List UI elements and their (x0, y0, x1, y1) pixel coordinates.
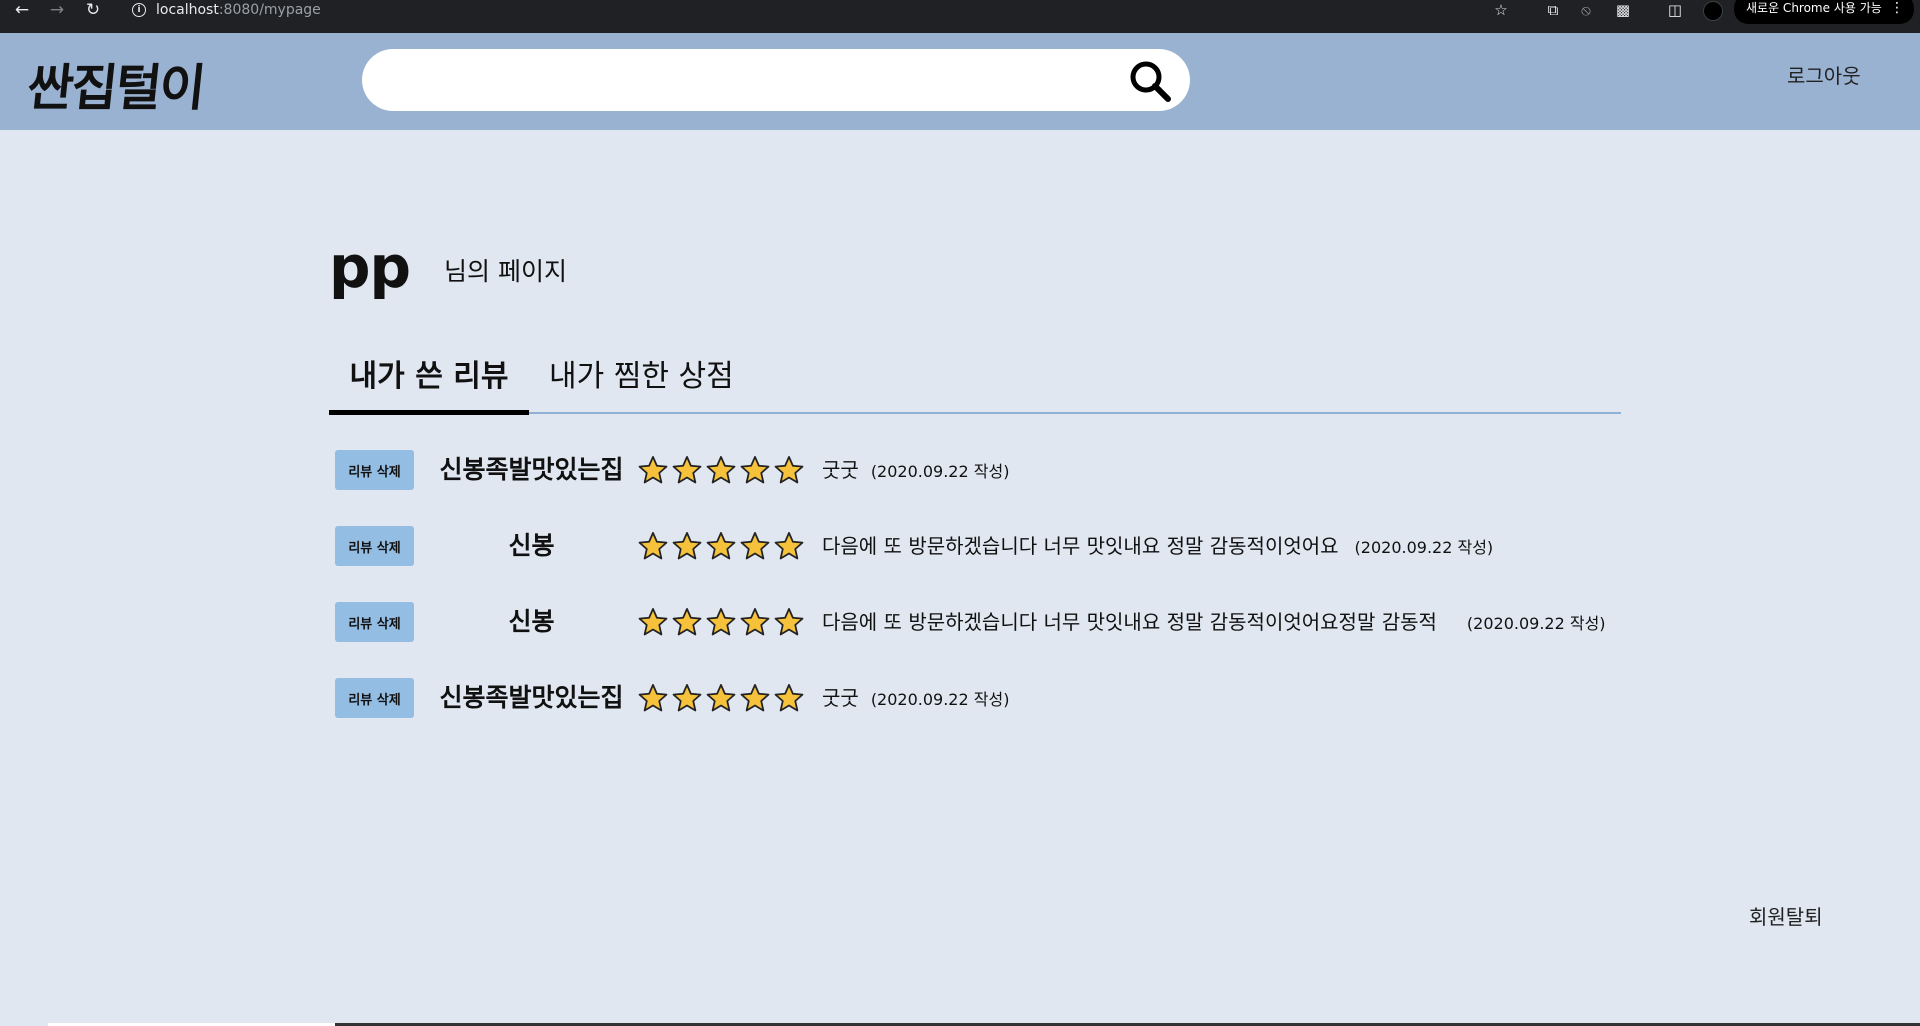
logout-link[interactable]: 로그아웃 (1787, 60, 1861, 89)
star-icon (638, 532, 668, 560)
star-icon (672, 608, 702, 636)
star-rating (638, 683, 808, 713)
star-rating (638, 455, 808, 485)
compass-icon[interactable]: ⦸ (1575, 0, 1597, 20)
tab-my-reviews[interactable]: 내가 쓴 리뷰 (329, 352, 529, 415)
shop-name[interactable]: 신봉 (435, 602, 628, 642)
review-date: (2020.09.22 작성) (870, 690, 1010, 709)
chrome-update-label: 새로운 Chrome 사용 가능 (1746, 1, 1882, 15)
bookmark-star-icon[interactable]: ☆ (1490, 0, 1512, 20)
star-icon (706, 456, 736, 484)
star-icon (638, 684, 668, 712)
back-arrow-icon[interactable]: ← (9, 0, 35, 20)
tab-my-favorites[interactable]: 내가 찜한 상점 (549, 352, 734, 410)
star-icon (774, 456, 804, 484)
search-input[interactable] (390, 59, 1114, 103)
review-row: 리뷰 삭제 신봉족발맛있는집 굿굿 (2020.09.22 작성) (335, 678, 1635, 718)
star-icon (706, 608, 736, 636)
review-text: 굿굿 (822, 458, 859, 482)
delete-review-button[interactable]: 리뷰 삭제 (335, 602, 414, 642)
star-icon (672, 456, 702, 484)
review-text: 굿굿 (822, 686, 859, 710)
review-date: (2020.09.22 작성) (1354, 538, 1494, 557)
delete-review-button[interactable]: 리뷰 삭제 (335, 450, 414, 490)
review-content: 굿굿 (2020.09.22 작성) (822, 678, 1009, 720)
star-icon (740, 456, 770, 484)
delete-review-button[interactable]: 리뷰 삭제 (335, 526, 414, 566)
review-content: 굿굿 (2020.09.22 작성) (822, 450, 1009, 492)
star-icon (672, 532, 702, 560)
star-icon (774, 608, 804, 636)
site-logo[interactable]: 싼집털이 (24, 48, 208, 120)
review-content: 다음에 또 방문하겠습니다 너무 맛잇내요 정말 감동적이엇어요 (2020.09… (822, 526, 1493, 568)
tab-bar: 내가 쓴 리뷰 내가 찜한 상점 (329, 352, 1621, 415)
forward-arrow-icon[interactable]: → (44, 0, 70, 20)
review-row: 리뷰 삭제 신봉족발맛있는집 굿굿 (2020.09.22 작성) (335, 450, 1635, 490)
star-icon (740, 608, 770, 636)
url-text: localhost:8080/mypage (156, 2, 321, 18)
site-info-icon[interactable]: i (132, 3, 146, 17)
review-date: (2020.09.22 작성) (870, 462, 1010, 481)
review-date: (2020.09.22 작성) (1466, 614, 1606, 633)
star-rating (638, 531, 808, 561)
username: pp (329, 233, 411, 301)
extensions-puzzle-icon[interactable]: ▩ (1612, 0, 1634, 20)
star-icon (672, 684, 702, 712)
star-icon (740, 532, 770, 560)
star-rating (638, 607, 808, 637)
review-row: 리뷰 삭제 신봉 다음에 또 방문하겠습니다 너무 맛잇내요 정말 감동적이엇어… (335, 602, 1635, 642)
search-icon[interactable] (1128, 59, 1172, 103)
review-text: 다음에 또 방문하겠습니다 너무 맛잇내요 정말 감동적이엇어요정말 감동적 (822, 610, 1437, 634)
star-icon (740, 684, 770, 712)
site-header: 싼집털이 로그아웃 (0, 33, 1920, 130)
profile-avatar[interactable] (1703, 1, 1723, 21)
address-bar[interactable]: i localhost:8080/mypage (118, 0, 1538, 20)
shop-name[interactable]: 신봉 (435, 526, 628, 566)
review-row: 리뷰 삭제 신봉 다음에 또 방문하겠습니다 너무 맛잇내요 정말 감동적이엇어… (335, 526, 1635, 566)
star-icon (706, 532, 736, 560)
chrome-update-button[interactable]: 새로운 Chrome 사용 가능 ⋮ (1734, 0, 1914, 24)
star-icon (706, 684, 736, 712)
star-icon (638, 608, 668, 636)
withdraw-membership-link[interactable]: 회원탈퇴 (1749, 901, 1823, 930)
kebab-menu-icon[interactable]: ⋮ (1890, 0, 1904, 22)
shop-name[interactable]: 신봉족발맛있는집 (435, 450, 628, 490)
page-title-suffix: 님의 페이지 (444, 257, 567, 286)
star-icon (774, 532, 804, 560)
extension-copy-icon[interactable]: ⧉ (1542, 0, 1564, 20)
shop-name[interactable]: 신봉족발맛있는집 (435, 678, 628, 718)
search-bar (362, 49, 1190, 111)
delete-review-button[interactable]: 리뷰 삭제 (335, 678, 414, 718)
browser-toolbar: ← → ↻ i localhost:8080/mypage ☆ ⧉ ⦸ ▩ ◫ … (0, 0, 1920, 33)
side-panel-icon[interactable]: ◫ (1664, 0, 1686, 20)
star-icon (638, 456, 668, 484)
review-content: 다음에 또 방문하겠습니다 너무 맛잇내요 정말 감동적이엇어요정말 감동적 (2… (822, 602, 1606, 644)
reload-icon[interactable]: ↻ (80, 0, 106, 20)
star-icon (774, 684, 804, 712)
review-text: 다음에 또 방문하겠습니다 너무 맛잇내요 정말 감동적이엇어요 (822, 534, 1339, 558)
